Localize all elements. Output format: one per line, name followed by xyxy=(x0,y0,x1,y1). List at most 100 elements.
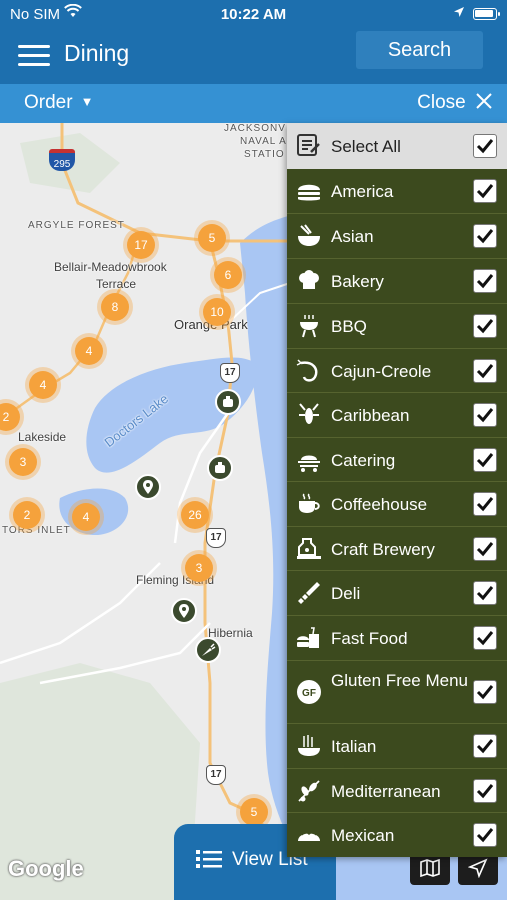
map-marker-brewery[interactable] xyxy=(215,389,241,415)
filter-checkbox[interactable] xyxy=(473,403,497,427)
map-label-doctors-inlet: TORS INLET xyxy=(2,525,71,536)
filter-item-cajun-creole[interactable]: Cajun-Creole xyxy=(287,349,507,393)
map-label-bellair: Bellair-Meadowbrook xyxy=(54,260,167,274)
filter-checkbox[interactable] xyxy=(473,359,497,383)
map-marker[interactable] xyxy=(135,474,161,500)
map-label-naval-air: NAVAL A xyxy=(240,136,287,147)
checkmark-icon xyxy=(476,497,494,512)
filter-label: Fast Food xyxy=(331,629,408,648)
filter-label: Caribbean xyxy=(331,406,410,425)
filter-item-caribbean[interactable]: Caribbean xyxy=(287,393,507,438)
map-cluster[interactable]: 5 xyxy=(240,798,268,826)
map-cluster[interactable]: 8 xyxy=(101,293,129,321)
map-cluster[interactable]: 3 xyxy=(185,554,213,582)
filter-item-craft-brewery[interactable]: Craft Brewery xyxy=(287,527,507,571)
filter-checkbox[interactable] xyxy=(473,626,497,650)
filter-checkbox[interactable] xyxy=(473,680,497,704)
olive-branch-icon xyxy=(298,780,320,802)
grill-icon xyxy=(300,315,318,338)
page-title: Dining xyxy=(64,40,130,66)
navigation-arrow-icon xyxy=(468,858,488,878)
filter-label: Cajun-Creole xyxy=(331,362,432,381)
clock: 10:22 AM xyxy=(220,6,287,23)
filter-checkbox[interactable] xyxy=(473,734,497,758)
map-label-station: STATIO xyxy=(244,149,285,160)
map-cluster[interactable]: 3 xyxy=(9,448,37,476)
map-marker-carrot[interactable] xyxy=(195,637,221,663)
filter-item-fast-food[interactable]: Fast Food xyxy=(287,616,507,661)
map-cluster[interactable]: 6 xyxy=(214,261,242,289)
map-cluster[interactable]: 5 xyxy=(198,224,226,252)
coffee-cup-icon xyxy=(299,493,320,513)
filter-label: Gluten Free Menu xyxy=(331,671,469,690)
checkmark-icon xyxy=(476,586,494,601)
filter-item-coffeehouse[interactable]: Coffeehouse xyxy=(287,482,507,527)
brewery-tank-icon xyxy=(297,538,321,559)
map-cluster[interactable]: 4 xyxy=(72,503,100,531)
filter-item-america[interactable]: America xyxy=(287,169,507,214)
filter-label: America xyxy=(331,182,394,201)
close-filter-button[interactable]: Close xyxy=(417,92,493,116)
checkmark-icon xyxy=(476,828,494,843)
order-dropdown[interactable]: Order ▼ xyxy=(24,92,93,114)
brewery-tank-icon xyxy=(215,462,225,473)
checkbox-select-all[interactable] xyxy=(473,134,497,158)
map-marker-brewery[interactable] xyxy=(207,455,233,481)
checkmark-icon xyxy=(476,784,494,799)
map-cluster[interactable]: 4 xyxy=(75,337,103,365)
filter-item-bbq[interactable]: BBQ xyxy=(287,304,507,349)
filter-item-catering[interactable]: Catering xyxy=(287,438,507,482)
filter-checkbox[interactable] xyxy=(473,224,497,248)
filter-checkbox[interactable] xyxy=(473,179,497,203)
filter-item-italian[interactable]: Italian xyxy=(287,724,507,769)
map-cluster[interactable]: 26 xyxy=(181,501,209,529)
map-label-argyle-forest: ARGYLE FOREST xyxy=(28,220,125,231)
sandwich-icon xyxy=(298,582,320,604)
google-logo: Google xyxy=(8,856,84,881)
filter-item-bakery[interactable]: Bakery xyxy=(287,259,507,304)
map-cluster[interactable]: 10 xyxy=(203,298,231,326)
filter-item-mediterranean[interactable]: Mediterranean xyxy=(287,769,507,813)
filter-checkbox[interactable] xyxy=(473,823,497,847)
filter-checkbox[interactable] xyxy=(473,314,497,338)
filter-toolbar: Order ▼ Close xyxy=(0,84,507,123)
filter-label: Bakery xyxy=(331,272,384,291)
filter-label: Italian xyxy=(331,737,377,756)
status-bar: No SIM 10:22 AM xyxy=(0,0,507,30)
route-17-shield: 17 xyxy=(220,363,240,383)
close-label: Close xyxy=(417,92,466,113)
filter-item-asian[interactable]: Asian xyxy=(287,214,507,259)
filter-item-gluten-free-menu[interactable]: GF Gluten Free Menu xyxy=(287,661,507,724)
filter-checkbox[interactable] xyxy=(473,448,497,472)
shrimp-icon xyxy=(296,359,318,382)
map-cluster[interactable]: 17 xyxy=(127,231,155,259)
filter-select-all[interactable]: Select All xyxy=(287,123,507,169)
checkmark-icon xyxy=(476,139,494,154)
filter-checkbox[interactable] xyxy=(473,269,497,293)
taco-icon xyxy=(298,831,320,841)
filter-checkbox[interactable] xyxy=(473,779,497,803)
map-marker[interactable] xyxy=(171,598,197,624)
gf-icon: GF xyxy=(297,680,321,704)
search-button[interactable]: Search xyxy=(356,31,483,69)
menu-button[interactable] xyxy=(18,39,52,73)
map-cluster[interactable]: 4 xyxy=(29,371,57,399)
map-icon xyxy=(420,858,440,878)
filter-checkbox[interactable] xyxy=(473,537,497,561)
filter-item-mexican[interactable]: Mexican xyxy=(287,813,507,857)
filter-item-deli[interactable]: Deli xyxy=(287,571,507,616)
burger-icon xyxy=(298,184,320,201)
checkmark-icon xyxy=(476,364,494,379)
filter-checkbox[interactable] xyxy=(473,492,497,516)
filter-label: Craft Brewery xyxy=(331,540,435,559)
filter-label: Deli xyxy=(331,584,361,603)
serving-cart-icon xyxy=(298,455,320,472)
fast-food-icon xyxy=(297,627,319,648)
map-cluster[interactable]: 2 xyxy=(13,501,41,529)
interstate-295-shield: 295 xyxy=(49,149,75,171)
battery-icon xyxy=(473,8,500,20)
route-17-shield: 17 xyxy=(206,528,226,548)
filter-checkbox[interactable] xyxy=(473,581,497,605)
order-label: Order xyxy=(24,92,73,113)
filter-label: Coffeehouse xyxy=(331,495,428,514)
